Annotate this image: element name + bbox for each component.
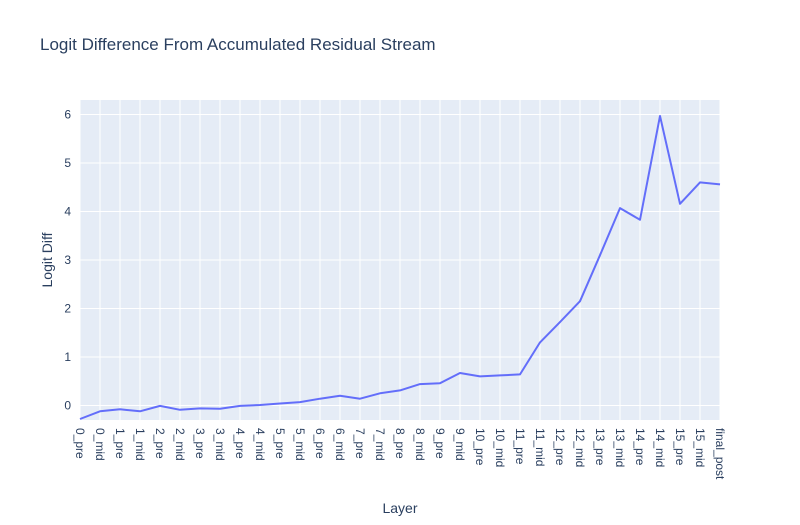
x-tick-label: 13_pre	[593, 428, 607, 466]
x-tick-label: 12_pre	[553, 428, 567, 466]
y-tick-label: 5	[64, 156, 71, 170]
x-tick-label: 4_pre	[233, 428, 247, 459]
x-tick-label: 5_pre	[273, 428, 287, 459]
x-tick-label: 2_pre	[153, 428, 167, 459]
x-tick-label: 3_pre	[193, 428, 207, 459]
x-tick-label: 8_pre	[393, 428, 407, 459]
x-tick-label: 6_mid	[333, 428, 347, 461]
x-tick-label: 11_pre	[513, 428, 527, 465]
x-tick-label: 3_mid	[213, 428, 227, 461]
y-axis-title: Logit Diff	[39, 232, 55, 287]
x-tick-label: 7_mid	[373, 428, 387, 461]
x-tick-label: 10_mid	[493, 428, 507, 467]
x-tick-label: 14_pre	[633, 428, 647, 466]
y-tick-label: 2	[64, 301, 71, 315]
x-tick-label: 15_mid	[693, 428, 707, 467]
x-tick-label: 9_mid	[453, 428, 467, 461]
x-axis-title: Layer	[382, 500, 417, 516]
x-tick-label: 9_pre	[433, 428, 447, 459]
x-tick-label: 1_mid	[133, 428, 147, 461]
x-tick-label: 6_pre	[313, 428, 327, 459]
x-tick-label: 0_pre	[73, 428, 87, 459]
x-tick-label: 12_mid	[573, 428, 587, 467]
x-tick-label: final_post	[713, 428, 727, 480]
chart-title: Logit Difference From Accumulated Residu…	[40, 35, 436, 54]
logit-diff-chart: Logit Difference From Accumulated Residu…	[0, 0, 800, 525]
x-tick-label: 14_mid	[653, 428, 667, 467]
x-tick-label: 15_pre	[673, 428, 687, 466]
x-tick-label: 8_mid	[413, 428, 427, 461]
x-tick-label: 0_mid	[93, 428, 107, 461]
x-tick-label: 13_mid	[613, 428, 627, 467]
y-tick-label: 3	[64, 253, 71, 267]
y-tick-label: 4	[64, 205, 71, 219]
x-tick-label: 4_mid	[253, 428, 267, 461]
y-tick-label: 1	[64, 350, 71, 364]
x-tick-label: 10_pre	[473, 428, 487, 466]
x-tick-label: 1_pre	[113, 428, 127, 459]
y-tick-label: 0	[64, 398, 71, 412]
x-tick-label: 7_pre	[353, 428, 367, 459]
x-tick-label: 2_mid	[173, 428, 187, 461]
x-tick-label: 11_mid	[533, 428, 547, 466]
x-tick-label: 5_mid	[293, 428, 307, 461]
y-tick-label: 6	[64, 108, 71, 122]
